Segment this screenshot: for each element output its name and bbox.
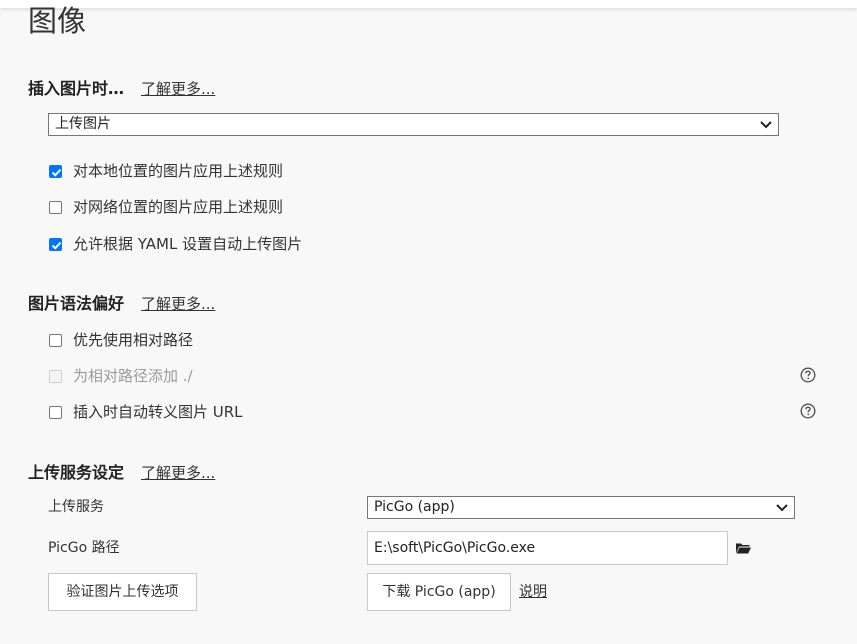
option-add-dot-slash: 为相对路径添加 ./ <box>49 366 193 386</box>
insert-action-select[interactable]: 上传图片 <box>48 113 779 136</box>
option-label: 插入时自动转义图片 URL <box>73 403 243 421</box>
option-label: 优先使用相对路径 <box>73 331 194 349</box>
checkbox-add-dot-slash <box>49 369 62 383</box>
checkmark-icon <box>51 241 62 250</box>
download-picgo-button[interactable]: 下载 PicGo (app) <box>367 573 511 611</box>
picgo-help-link[interactable]: 说明 <box>519 582 547 602</box>
checkbox-escape-url[interactable] <box>49 405 62 419</box>
option-label: 允许根据 YAML 设置自动上传图片 <box>73 235 303 253</box>
upload-service-heading: 上传服务设定 <box>28 463 125 482</box>
option-label: 对本地位置的图片应用上述规则 <box>73 162 284 180</box>
verify-upload-button[interactable]: 验证图片上传选项 <box>48 573 197 611</box>
question-circle-icon[interactable] <box>800 367 816 383</box>
upload-service-label: 上传服务 <box>48 499 104 515</box>
option-label: 对网络位置的图片应用上述规则 <box>73 198 284 216</box>
syntax-learn-more-link[interactable]: 了解更多... <box>141 294 215 314</box>
window-top-edge <box>0 0 857 8</box>
chevron-down-icon <box>760 121 772 129</box>
option-network-images[interactable]: 对网络位置的图片应用上述规则 <box>49 197 283 217</box>
option-label: 为相对路径添加 ./ <box>73 367 193 385</box>
insert-action-select-value: 上传图片 <box>55 116 111 132</box>
option-yaml-upload[interactable]: 允许根据 YAML 设置自动上传图片 <box>49 234 302 254</box>
checkbox-local-images[interactable] <box>49 164 62 178</box>
checkbox-yaml-upload[interactable] <box>49 237 62 251</box>
chevron-down-icon <box>776 504 788 512</box>
option-relative-path[interactable]: 优先使用相对路径 <box>49 330 193 350</box>
question-circle-icon[interactable] <box>800 403 816 419</box>
upload-learn-more-link[interactable]: 了解更多... <box>141 463 215 483</box>
option-local-images[interactable]: 对本地位置的图片应用上述规则 <box>49 161 283 181</box>
picgo-path-label: PicGo 路径 <box>48 540 120 556</box>
insert-learn-more-link[interactable]: 了解更多... <box>141 79 215 99</box>
picgo-path-input[interactable]: E:\soft\PicGo\PicGo.exe <box>367 531 728 565</box>
upload-service-select[interactable]: PicGo (app) <box>367 496 795 519</box>
page-title: 图像 <box>28 4 87 38</box>
image-syntax-heading: 图片语法偏好 <box>28 294 125 313</box>
option-escape-url[interactable]: 插入时自动转义图片 URL <box>49 402 243 422</box>
checkbox-relative-path[interactable] <box>49 333 62 347</box>
checkmark-icon <box>51 168 62 177</box>
insert-image-heading: 插入图片时… <box>28 79 125 98</box>
upload-service-select-value: PicGo (app) <box>374 499 455 515</box>
folder-icon[interactable] <box>735 541 752 555</box>
checkbox-network-images[interactable] <box>49 200 62 214</box>
